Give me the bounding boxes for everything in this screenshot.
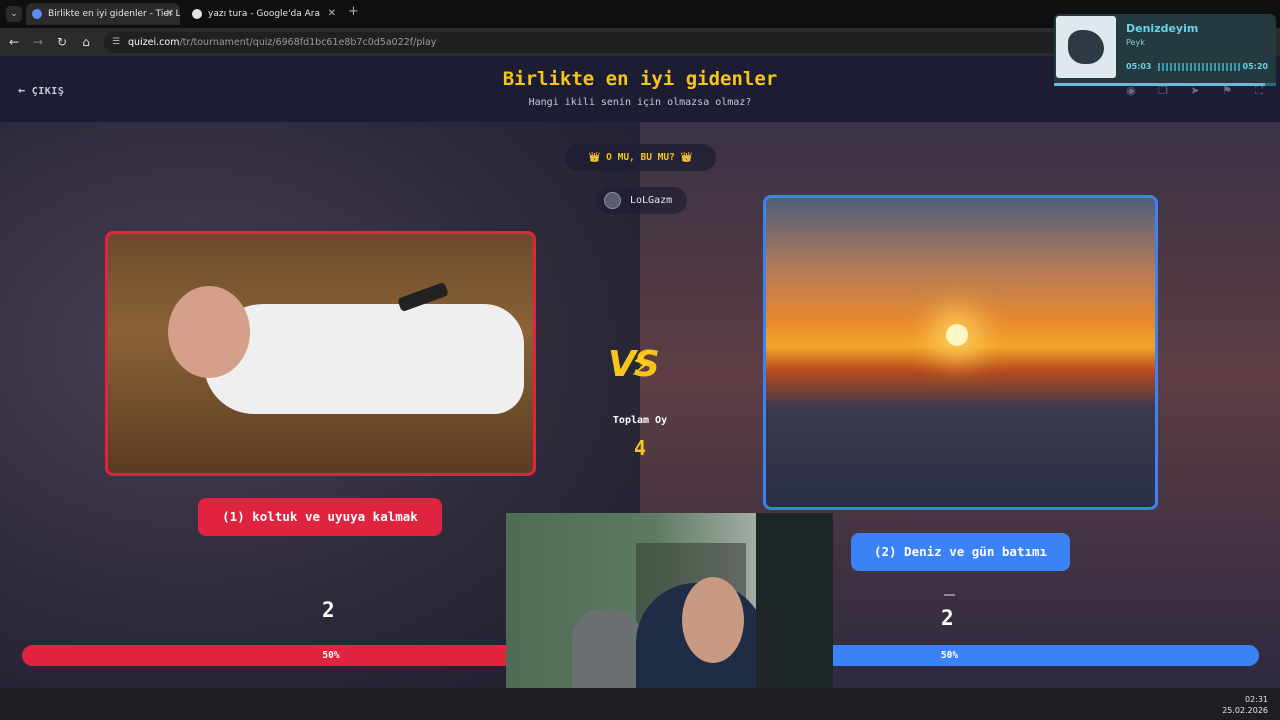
left-choice-image[interactable] xyxy=(105,231,536,476)
sleeping-man-head-shape xyxy=(168,286,250,378)
total-votes-label: Toplam Oy xyxy=(612,415,668,426)
right-vote-count: 2 xyxy=(941,606,954,630)
back-icon[interactable]: ← xyxy=(6,34,22,50)
os-taskbar: 02:31 25.02.2026 xyxy=(0,688,1280,720)
tab-tier-list[interactable]: Birlikte en iyi gidenler - Tier List ✕ xyxy=(26,3,180,25)
url-text: quizei.com/tr/tournament/quiz/6968fd1bc6… xyxy=(128,37,437,48)
clock-date: 25.02.2026 xyxy=(1222,706,1268,715)
player-name: LoLGazm xyxy=(630,195,673,206)
tab-google-search[interactable]: yazı tura - Google'da Ara ✕ xyxy=(186,3,342,25)
left-choice-button[interactable]: (1) koltuk ve uyuya kalmak xyxy=(198,498,442,536)
home-icon[interactable]: ⌂ xyxy=(78,34,94,50)
streamer-head-shape xyxy=(682,577,744,663)
google-favicon-icon xyxy=(192,9,202,19)
left-vote-count: 2 xyxy=(322,598,335,622)
now-playing-widget: Denizdeyim Peyk 05:03 05:20 xyxy=(1054,14,1276,86)
song-artist: Peyk xyxy=(1126,38,1145,47)
avatar xyxy=(604,192,621,209)
sun-shape xyxy=(946,324,968,346)
song-progress-bar xyxy=(1054,83,1276,86)
song-title: Denizdeyim xyxy=(1126,22,1199,35)
tab-title: Birlikte en iyi gidenler - Tier List xyxy=(48,9,180,19)
tier-list-favicon-icon xyxy=(32,9,42,19)
site-info-icon[interactable]: ☰ xyxy=(112,36,124,48)
divider xyxy=(944,594,955,596)
reload-icon[interactable]: ↻ xyxy=(54,34,70,50)
lightning-icon: ⚡ xyxy=(630,344,654,384)
song-progress-fill xyxy=(1054,83,1265,86)
new-tab-icon[interactable]: + xyxy=(348,4,359,19)
system-clock[interactable]: 02:31 25.02.2026 xyxy=(1222,694,1268,716)
clock-time: 02:31 xyxy=(1244,695,1268,704)
round-title-pill: 👑 O MU, BU MU? 👑 xyxy=(565,144,716,171)
page-subtitle: Hangi ikili senin için olmazsa olmaz? xyxy=(528,97,752,108)
album-art xyxy=(1056,16,1116,78)
elapsed-time: 05:03 xyxy=(1126,62,1152,71)
close-tab-icon[interactable]: ✕ xyxy=(166,3,174,25)
total-votes-value: 4 xyxy=(633,436,647,460)
sleeping-man-shape xyxy=(204,304,524,414)
tab-title: yazı tura - Google'da Ara xyxy=(208,9,321,19)
right-choice-button[interactable]: (2) Deniz ve gün batımı xyxy=(851,533,1070,571)
duration-time: 05:20 xyxy=(1242,62,1268,71)
right-choice-image[interactable] xyxy=(763,195,1158,510)
forward-icon[interactable]: → xyxy=(30,34,46,50)
close-tab-icon[interactable]: ✕ xyxy=(328,3,336,25)
tab-list-button[interactable]: ⌄ xyxy=(6,6,22,22)
waveform xyxy=(1158,63,1240,71)
player-badge: LoLGazm xyxy=(596,187,687,214)
